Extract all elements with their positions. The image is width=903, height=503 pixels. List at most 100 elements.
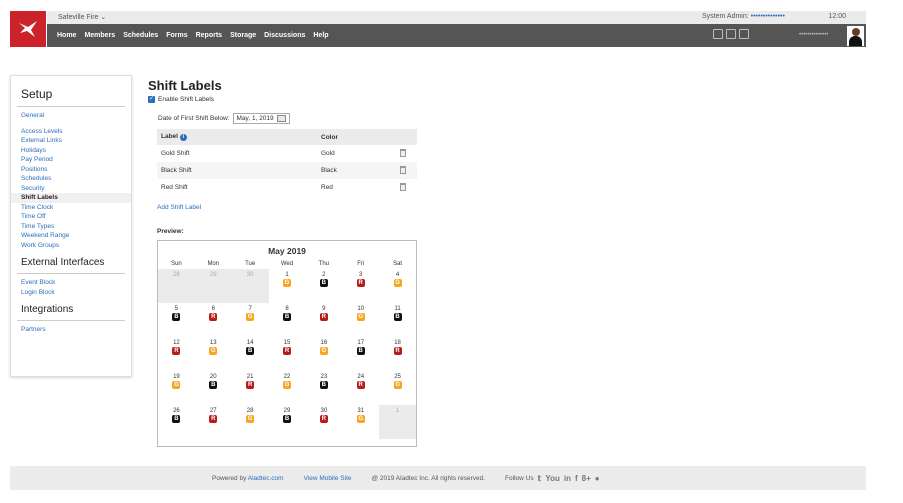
calendar-day: 6R [195, 303, 232, 337]
day-number: 8 [285, 306, 289, 312]
shift-badge: R [319, 415, 328, 423]
shift-badge: G [172, 381, 181, 389]
sidebar-item-login-block[interactable]: Login Block [11, 288, 131, 298]
blog-icon[interactable]: ● [595, 474, 600, 483]
org-selector[interactable]: Safeville Fire ⌄ [58, 13, 106, 21]
sidebar-item-partners[interactable]: Partners [11, 325, 131, 335]
calendar-day: 5B [158, 303, 195, 337]
nav-forms[interactable]: Forms [166, 32, 187, 39]
day-number: 12 [173, 340, 180, 346]
nav-help[interactable]: Help [313, 32, 328, 39]
nav-discussions[interactable]: Discussions [264, 32, 305, 39]
day-number: 21 [246, 374, 254, 380]
calendar-grid: 28 29 30 1 G 2 B 3 R 4 G 5 B 6 R 7 G 8 B 9 R 10 G 11 B 12 R 13 G 14 B 1… [158, 269, 416, 439]
trash-icon[interactable] [400, 148, 406, 157]
sidebar-item-time-off[interactable]: Time Off [11, 212, 131, 222]
linkedin-icon[interactable]: in [564, 474, 571, 483]
add-shift-label-link[interactable]: Add Shift Label [157, 204, 201, 211]
labels-table: Label i Color Gold Shift Gold Black Shif… [157, 129, 417, 196]
logout-icon[interactable] [713, 29, 723, 39]
shift-badge: B [393, 313, 402, 321]
youtube-icon[interactable]: You [545, 474, 560, 483]
nav-storage[interactable]: Storage [230, 32, 256, 39]
calendar-day: 1G [269, 269, 306, 303]
calendar-day: 27 R [195, 405, 232, 439]
sidebar-item-event-block[interactable]: Event Block [11, 278, 131, 288]
day-number: 28 [246, 408, 254, 414]
day-number: 20 [209, 374, 217, 380]
day-header: Wed [280, 261, 294, 267]
calendar-day: 21 R [232, 371, 269, 405]
nav-members[interactable]: Members [84, 32, 115, 39]
sidebar-item-security[interactable]: Security [11, 184, 131, 194]
shift-badge: B [282, 415, 291, 423]
enable-shift-labels[interactable]: ✓ Enable Shift Labels [148, 96, 214, 103]
date-input[interactable]: May, 1, 2019 [232, 113, 290, 124]
sidebar-item-external-links[interactable]: External Links [11, 136, 131, 146]
day-number: 29 [209, 272, 217, 278]
day-header: Sat [393, 261, 403, 267]
aladtec-logo[interactable] [10, 11, 46, 47]
shift-badge: G [282, 381, 291, 389]
powered-text: Powered by [212, 474, 247, 482]
calendar-day: 3R [342, 269, 379, 303]
nav-schedules[interactable]: Schedules [123, 32, 158, 39]
col-label-text: Label [161, 133, 178, 140]
checkbox-checked-icon[interactable]: ✓ [148, 96, 155, 103]
nav-home[interactable]: Home [57, 32, 76, 39]
admin-user-link[interactable]: •••••••••••••• [751, 13, 785, 20]
sidebar-item-time-types[interactable]: Time Types [11, 222, 131, 232]
sidebar-item-work-groups[interactable]: Work Groups [11, 241, 131, 251]
sidebar-item-time-clock[interactable]: Time Clock [11, 203, 131, 213]
trash-icon[interactable] [400, 182, 406, 191]
sidebar-item-weekend-range[interactable]: Weekend Range [11, 231, 131, 241]
divider [17, 320, 125, 321]
shift-badge: G [246, 313, 255, 321]
screen-icon[interactable] [726, 29, 736, 39]
sidebar-item-schedules[interactable]: Schedules [11, 174, 131, 184]
sidebar-item-holidays[interactable]: Holidays [11, 146, 131, 156]
sidebar-item-access-levels[interactable]: Access Levels [11, 127, 131, 137]
calendar-day: 20 B [195, 371, 232, 405]
powered-by: Powered by Aladtec.com [212, 475, 284, 482]
day-number: 10 [357, 306, 365, 312]
user-name[interactable]: •••••••••••••• [799, 32, 828, 38]
sidebar-item-shift-labels[interactable]: Shift Labels [11, 193, 131, 203]
nav-reports[interactable]: Reports [196, 32, 222, 39]
sidebar-item-pay-period[interactable]: Pay Period [11, 155, 131, 165]
color-cell: Gold [321, 150, 335, 157]
day-headers: Sun Mon Tue Wed Thu Fri Sat [158, 261, 416, 267]
shift-badge: R [356, 381, 365, 389]
trash-icon[interactable] [400, 165, 406, 174]
calendar-icon[interactable] [276, 115, 286, 122]
shift-badge: G [356, 313, 365, 321]
calendar-day: 2B [305, 269, 342, 303]
calendar-day: 9R [305, 303, 342, 337]
shift-badge: R [319, 313, 328, 321]
twitter-icon[interactable]: 𝕥 [538, 474, 542, 483]
print-icon[interactable] [739, 29, 749, 39]
clock: 12:00 [828, 13, 846, 20]
calendar-day: 22 G [269, 371, 306, 405]
enable-label: Enable Shift Labels [158, 96, 215, 103]
calendar-day: 19 G [158, 371, 195, 405]
google-plus-icon[interactable]: 8+ [582, 474, 591, 483]
divider [17, 273, 125, 274]
mobile-site-link[interactable]: View Mobile Site [304, 475, 352, 482]
day-number: 22 [283, 374, 291, 380]
setup-title: Setup [21, 87, 53, 101]
day-number: 6 [211, 306, 215, 312]
aladtec-link[interactable]: Aladtec.com [248, 475, 284, 482]
calendar-day: 1 [379, 405, 416, 439]
system-admin: System Admin: •••••••••••••• [702, 13, 785, 20]
sidebar-item-general[interactable]: General [11, 111, 131, 121]
avatar[interactable] [847, 26, 864, 46]
day-number: 19 [173, 374, 180, 380]
sidebar-item-positions[interactable]: Positions [11, 165, 131, 175]
info-icon[interactable]: i [179, 134, 187, 141]
label-cell: Red Shift [161, 184, 188, 191]
divider [17, 106, 125, 107]
calendar-day: 18 R [379, 337, 416, 371]
calendar-day: 16 G [305, 337, 342, 371]
facebook-icon[interactable]: f [575, 474, 578, 483]
